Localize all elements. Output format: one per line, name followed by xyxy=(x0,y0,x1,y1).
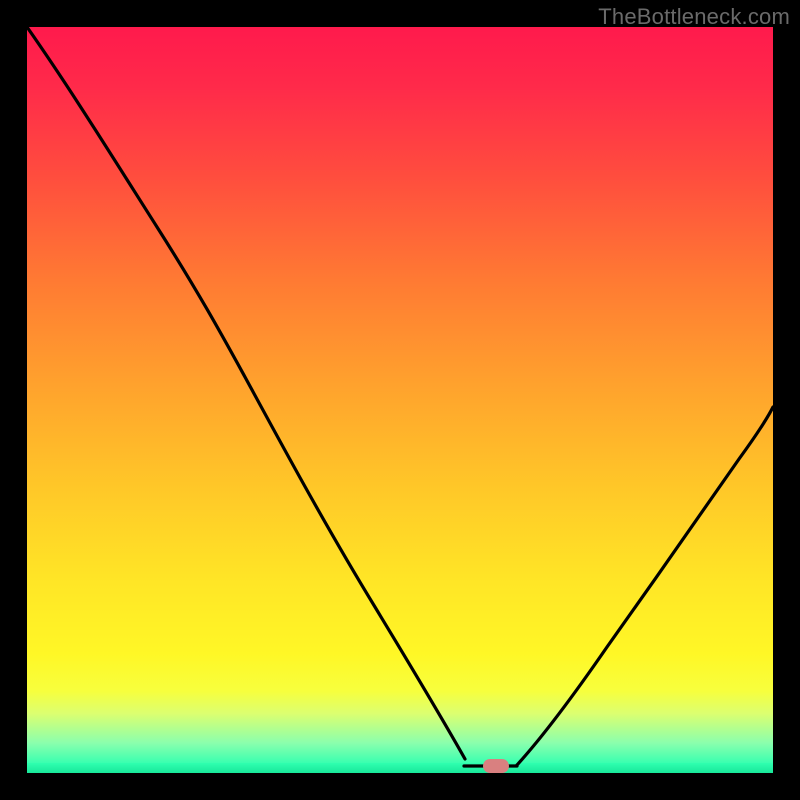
bottleneck-curve-right xyxy=(517,407,773,765)
bottleneck-curve-left xyxy=(27,27,465,759)
selection-marker xyxy=(483,759,509,773)
chart-frame: TheBottleneck.com xyxy=(0,0,800,800)
watermark-text: TheBottleneck.com xyxy=(598,4,790,30)
plot-area xyxy=(27,27,773,773)
bottleneck-curve-svg xyxy=(27,27,773,773)
